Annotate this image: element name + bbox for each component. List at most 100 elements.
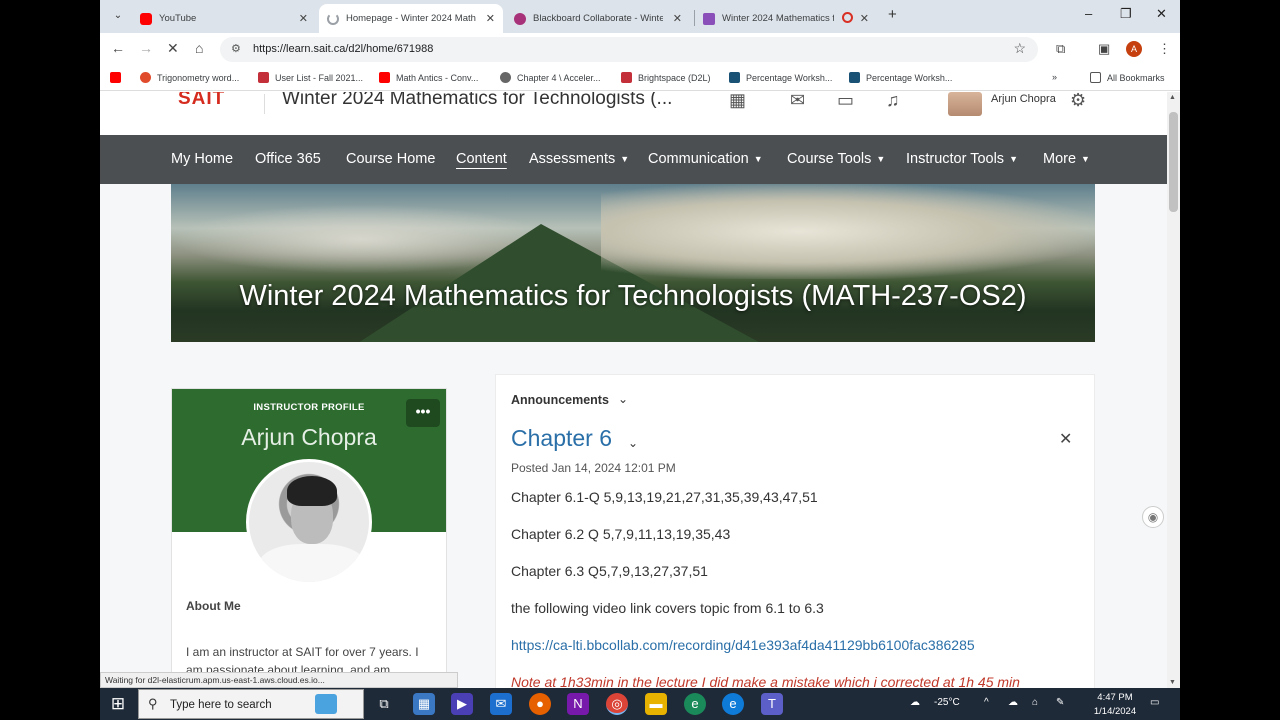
- nav-my-home[interactable]: My Home: [171, 151, 233, 167]
- close-tab-icon[interactable]: ✕: [486, 12, 495, 25]
- user-name[interactable]: Arjun Chopra: [991, 93, 1056, 105]
- nav-instructor-tools[interactable]: Instructor Tools ▼: [906, 151, 1018, 167]
- mail-icon[interactable]: ✉: [490, 693, 512, 715]
- menu-icon[interactable]: ⋮: [1158, 41, 1171, 57]
- course-title[interactable]: Winter 2024 Mathematics for Technologist…: [282, 92, 672, 110]
- tab-title: YouTube: [159, 13, 197, 24]
- user-avatar[interactable]: [948, 92, 982, 116]
- file-explorer-icon[interactable]: ▬: [645, 693, 667, 715]
- message-alerts-icon[interactable]: ✉: [790, 92, 805, 111]
- settings-gear-icon[interactable]: ⚙: [1070, 92, 1086, 111]
- bookmark-item[interactable]: Chapter 4 \ Acceler...: [500, 72, 601, 83]
- nav-communication[interactable]: Communication ▼: [648, 151, 763, 167]
- weather-icon[interactable]: ☁: [910, 697, 920, 708]
- home-button[interactable]: ⌂: [195, 40, 203, 56]
- tab-youtube[interactable]: YouTube ✕: [132, 4, 316, 33]
- bookmark-item[interactable]: Brightspace (D2L): [621, 72, 711, 83]
- nav-office-365[interactable]: Office 365: [255, 151, 321, 167]
- announcement-menu-chevron-icon[interactable]: ⌄: [628, 436, 638, 450]
- firefox-icon[interactable]: ●: [529, 693, 551, 715]
- show-hidden-icons[interactable]: ^: [984, 697, 989, 708]
- edge-icon[interactable]: e: [722, 693, 744, 715]
- tab-search-button[interactable]: ⌄: [109, 7, 127, 25]
- subscription-alerts-icon[interactable]: ▭: [837, 92, 854, 111]
- temperature[interactable]: -25°C: [934, 697, 960, 708]
- more-options-button[interactable]: •••: [406, 399, 440, 427]
- globe-icon: [500, 72, 511, 83]
- chrome-icon[interactable]: ◎: [606, 693, 628, 715]
- youtube-icon: [140, 12, 152, 25]
- nav-course-home[interactable]: Course Home: [346, 151, 435, 167]
- all-bookmarks[interactable]: All Bookmarks: [1090, 72, 1165, 83]
- worksheet-icon: [729, 72, 740, 83]
- announcements-heading: Announcements: [511, 393, 609, 407]
- bookmark-youtube[interactable]: [110, 72, 127, 83]
- forward-button[interactable]: →: [139, 40, 153, 56]
- chevron-down-icon: ▼: [1081, 154, 1090, 164]
- page-scrollbar[interactable]: ▲ ▼: [1167, 92, 1180, 688]
- bookmark-favicon-icon: [258, 72, 269, 83]
- bookmark-item[interactable]: Math Antics - Conv...: [379, 72, 478, 83]
- bookmark-star-icon[interactable]: ☆: [1013, 40, 1026, 57]
- bookmark-item[interactable]: Trigonometry word...: [140, 72, 239, 83]
- banner-cloud: [601, 184, 1095, 279]
- edge-dev-icon[interactable]: e: [684, 693, 706, 715]
- onenote-icon[interactable]: N: [567, 693, 589, 715]
- restore-button[interactable]: ❐: [1120, 6, 1132, 22]
- floating-action-icon[interactable]: ◉: [1142, 506, 1164, 528]
- site-info-icon[interactable]: ⚙: [231, 42, 241, 55]
- scroll-thumb[interactable]: [1169, 112, 1178, 212]
- close-tab-icon[interactable]: ✕: [673, 12, 682, 25]
- page-content: SAIT Winter 2024 Mathematics for Technol…: [100, 92, 1167, 688]
- announcements-menu-chevron-icon[interactable]: ⌄: [618, 392, 628, 406]
- onedrive-icon[interactable]: ☁: [1008, 697, 1018, 708]
- back-button[interactable]: ←: [111, 40, 125, 56]
- notifications-icon[interactable]: ▭: [1150, 697, 1159, 708]
- side-panel-icon[interactable]: ▣: [1098, 41, 1110, 57]
- nav-content[interactable]: Content: [456, 151, 507, 167]
- nav-course-tools[interactable]: Course Tools ▼: [787, 151, 885, 167]
- clock-date: 1/14/2024: [1093, 706, 1137, 717]
- site-header: SAIT Winter 2024 Mathematics for Technol…: [100, 92, 1167, 135]
- more-bookmarks-button[interactable]: »: [1052, 72, 1057, 82]
- stop-loading-button[interactable]: ✕: [167, 40, 179, 57]
- bookmark-item[interactable]: Percentage Worksh...: [729, 72, 832, 83]
- sait-logo[interactable]: SAIT: [178, 92, 225, 110]
- bookmark-favicon-icon: [140, 72, 151, 83]
- system-clock[interactable]: 4:47 PM 1/14/2024: [1090, 691, 1140, 719]
- close-window-button[interactable]: ✕: [1156, 6, 1167, 22]
- close-tab-icon[interactable]: ✕: [860, 12, 869, 25]
- profile-avatar[interactable]: A: [1126, 41, 1142, 57]
- bookmark-label: Trigonometry word...: [157, 72, 240, 83]
- tab-blackboard-collaborate[interactable]: Blackboard Collaborate - Winte ✕: [506, 4, 690, 33]
- taskbar-search-box[interactable]: ⚲ Type here to search: [138, 689, 364, 719]
- teams-icon[interactable]: T: [761, 693, 783, 715]
- address-bar[interactable]: ⚙ https://learn.sait.ca/d2l/home/671988 …: [220, 37, 1038, 62]
- course-selector-grid-icon[interactable]: ▦: [729, 92, 746, 111]
- announcement-title[interactable]: Chapter 6: [511, 425, 612, 452]
- close-tab-icon[interactable]: ✕: [299, 12, 308, 25]
- scroll-up-icon[interactable]: ▲: [1169, 94, 1176, 101]
- bookmark-label: Chapter 4 \ Acceler...: [517, 72, 601, 83]
- bookmark-item[interactable]: User List - Fall 2021...: [258, 72, 363, 83]
- recording-link[interactable]: https://ca-lti.bbcollab.com/recording/d4…: [511, 637, 975, 653]
- tab-homepage[interactable]: Homepage - Winter 2024 Math ✕: [319, 4, 503, 33]
- course-navbar: My Home Office 365 Course Home Content A…: [100, 135, 1167, 216]
- nav-more[interactable]: More ▼: [1043, 151, 1090, 167]
- update-alerts-bell-icon[interactable]: ♫: [886, 92, 900, 111]
- extensions-icon[interactable]: ⧉: [1056, 41, 1065, 57]
- nav-assessments[interactable]: Assessments ▼: [529, 151, 629, 167]
- pen-icon[interactable]: ✎: [1056, 697, 1064, 708]
- bookmark-item[interactable]: Percentage Worksh...: [849, 72, 952, 83]
- media-player-icon[interactable]: ▶: [451, 693, 473, 715]
- task-view-icon[interactable]: ⧉: [373, 693, 395, 715]
- scroll-down-icon[interactable]: ▼: [1169, 679, 1176, 686]
- dismiss-announcement-icon[interactable]: ✕: [1059, 429, 1072, 449]
- tab-winter-mathematics[interactable]: Winter 2024 Mathematics f ✕: [695, 4, 877, 33]
- bookmark-label: Brightspace (D2L): [638, 72, 711, 83]
- windows-start-icon[interactable]: ⊞: [108, 694, 128, 714]
- minimize-button[interactable]: –: [1085, 6, 1092, 21]
- new-tab-button[interactable]: +: [888, 6, 897, 23]
- network-icon[interactable]: ⌂: [1032, 697, 1038, 708]
- microsoft-store-icon[interactable]: ▦: [413, 693, 435, 715]
